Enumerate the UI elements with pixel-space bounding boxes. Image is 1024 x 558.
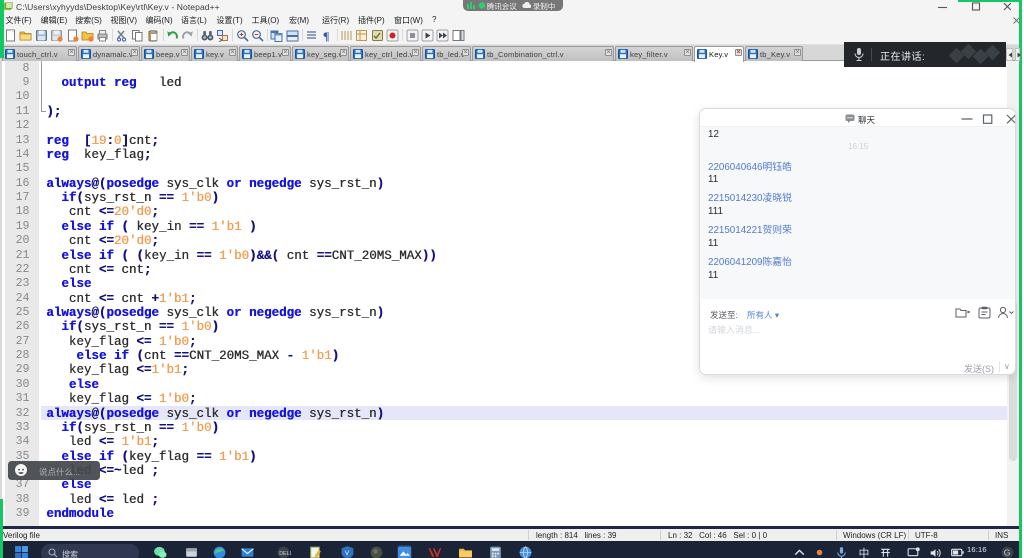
svg-text:DELL: DELL [279, 551, 291, 557]
svg-text:V: V [345, 550, 350, 557]
svg-text:¶: ¶ [323, 29, 329, 42]
svg-text:中: 中 [859, 546, 870, 558]
svg-text:G: G [1004, 547, 1011, 557]
